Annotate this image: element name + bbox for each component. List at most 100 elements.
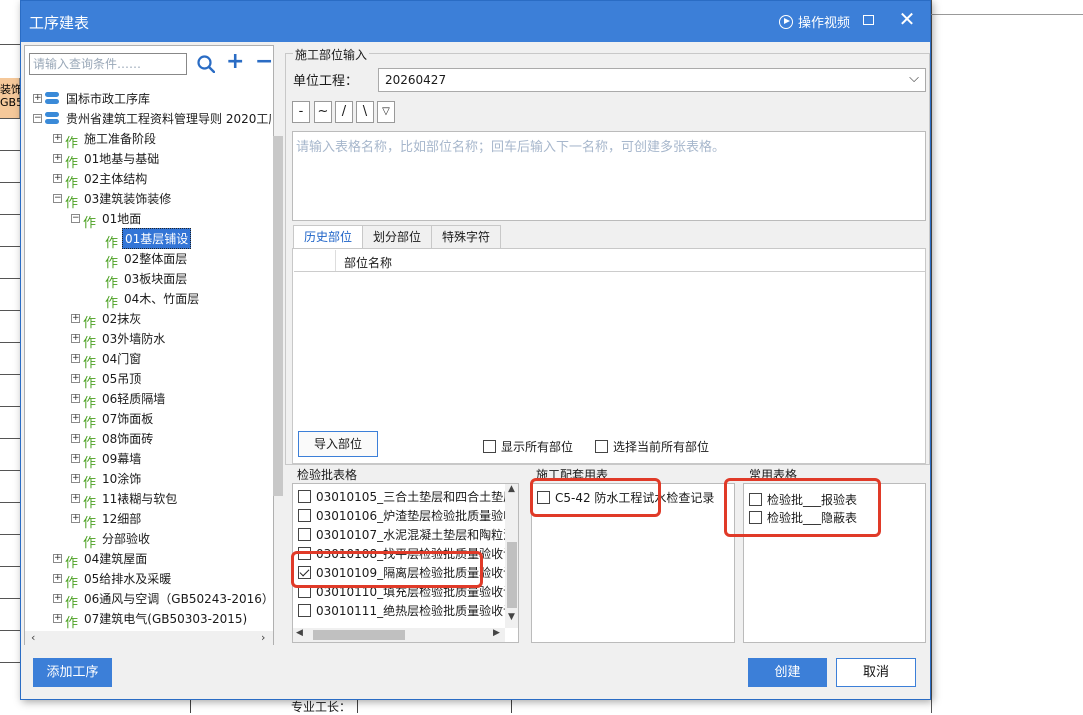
expand-toggle-icon[interactable]: + — [53, 133, 62, 143]
expand-toggle-icon[interactable]: + — [71, 313, 80, 323]
symbol-backslash-button[interactable]: \ — [356, 101, 374, 123]
checkbox-box[interactable] — [595, 440, 608, 453]
search-input[interactable] — [29, 53, 187, 75]
expand-toggle-icon[interactable]: + — [71, 493, 80, 503]
import-locations-button[interactable]: 导入部位 — [298, 431, 378, 457]
scroll-thumb[interactable] — [313, 630, 405, 640]
symbol-triangle-button[interactable]: ▽ — [377, 101, 395, 123]
expand-toggle-icon[interactable]: + — [71, 513, 80, 523]
expand-toggle-icon[interactable]: + — [53, 593, 62, 603]
expand-toggle-icon[interactable]: + — [33, 93, 42, 103]
annotation-highlight — [291, 551, 483, 588]
tree-node[interactable]: + 作 01地基与基础 — [53, 148, 161, 171]
scroll-thumb[interactable] — [507, 542, 517, 608]
tree-node[interactable]: + 作 02抹灰 — [71, 308, 143, 331]
expand-toggle-icon[interactable]: + — [53, 153, 62, 163]
add-process-button[interactable]: 添加工序 — [33, 658, 112, 687]
tree-node[interactable]: + 作 06轻质隔墙 — [71, 388, 167, 411]
expand-toggle-icon[interactable]: + — [71, 353, 80, 363]
collapse-toggle-icon[interactable]: − — [53, 193, 62, 203]
list-item[interactable]: 03010111_绝热层检验批质量验收记 — [298, 601, 515, 619]
tree-node[interactable]: − 贵州省建筑工程资料管理导则 2020工序 — [33, 108, 271, 128]
tree-node-label: 06轻质隔墙 — [102, 391, 166, 406]
foreman-cell[interactable] — [357, 700, 512, 713]
expand-toggle-icon[interactable]: + — [53, 173, 62, 183]
expand-toggle-icon[interactable]: + — [71, 433, 80, 443]
expand-toggle-icon[interactable]: + — [71, 453, 80, 463]
checkbox-box[interactable] — [298, 508, 311, 522]
expand-toggle-icon[interactable]: + — [71, 333, 80, 343]
tree-node[interactable]: + 作 06通风与空调（GB50243-2016） — [53, 588, 271, 611]
collapse-toggle-icon[interactable]: − — [71, 213, 80, 223]
dialog-titlebar[interactable]: 工序建表 操作视频 ✕ — [21, 1, 930, 42]
scroll-down-icon[interactable]: ▼ — [508, 612, 515, 622]
scroll-right-icon[interactable]: ▶ — [493, 628, 500, 638]
tree-node[interactable]: 作 02整体面层 — [93, 248, 189, 271]
tree-node[interactable]: 作 分部验收 — [71, 528, 152, 551]
unit-project-select[interactable]: 20260427 ⌵ — [378, 68, 926, 92]
checkbox-box[interactable] — [298, 603, 311, 617]
select-all-current-checkbox[interactable]: 选择当前所有部位 — [595, 438, 709, 455]
tree-node[interactable]: + 作 09幕墙 — [71, 448, 143, 471]
tree-node[interactable]: − 作 03建筑装饰装修 — [53, 188, 173, 211]
symbol-tilde-button[interactable]: ~ — [314, 101, 332, 123]
video-tutorial-button[interactable]: 操作视频 — [779, 12, 850, 31]
tree-node[interactable]: + 作 04建筑屋面 — [53, 548, 149, 571]
tree-node[interactable]: + 作 07饰面板 — [71, 408, 155, 431]
tree-node-selected[interactable]: 作 01基层铺设 — [93, 227, 192, 251]
list-item[interactable]: 03010107_水泥混凝土垫层和陶粒混 — [298, 525, 515, 543]
tab-history-locations[interactable]: 历史部位 — [293, 225, 364, 249]
tree-node[interactable]: + 作 05给排水及采暖 — [53, 568, 173, 591]
expand-all-plus-icon[interactable]: + — [226, 51, 244, 73]
tree-node[interactable]: + 作 11裱糊与软包 — [71, 488, 179, 511]
scroll-left-icon[interactable]: ‹ — [31, 631, 35, 644]
tree-node[interactable]: − 作 01地面 — [71, 208, 143, 231]
symbol-dash-button[interactable]: - — [292, 101, 310, 123]
tree-node[interactable]: + 作 03外墙防水 — [71, 328, 167, 351]
tree-node[interactable]: + 作 12细部 — [71, 508, 143, 531]
expand-toggle-icon[interactable]: + — [71, 473, 80, 483]
checkbox-box[interactable] — [298, 527, 311, 541]
tree-node[interactable]: + 作 10涂饰 — [71, 468, 143, 491]
table-name-textarea[interactable]: 请输入表格名称，比如部位名称；回车后输入下一名称，可创建多张表格。 — [292, 131, 926, 221]
create-button[interactable]: 创建 — [748, 658, 827, 687]
tree-node[interactable]: + 作 04门窗 — [71, 348, 143, 371]
collapse-all-minus-icon[interactable]: − — [255, 51, 273, 73]
tree-node[interactable]: + 作 05吊顶 — [71, 368, 143, 391]
dialog-title: 工序建表 — [29, 14, 90, 32]
show-all-locations-checkbox[interactable]: 显示所有部位 — [483, 438, 573, 455]
tree-node-label: 01地基与基础 — [84, 151, 160, 166]
expand-toggle-icon[interactable]: + — [53, 573, 62, 583]
expand-toggle-icon[interactable]: + — [71, 413, 80, 423]
checkbox-box[interactable] — [298, 489, 311, 503]
cancel-button[interactable]: 取消 — [836, 658, 916, 687]
collapse-toggle-icon[interactable]: − — [33, 113, 42, 123]
expand-toggle-icon[interactable]: + — [53, 613, 62, 623]
expand-toggle-icon[interactable]: + — [53, 553, 62, 563]
tab-special-characters[interactable]: 特殊字符 — [431, 225, 502, 249]
close-icon[interactable]: ✕ — [897, 9, 917, 29]
list-item[interactable]: 03010106_炉渣垫层检验批质量验收 — [298, 506, 515, 524]
symbol-slash-button[interactable]: / — [335, 101, 353, 123]
maximize-icon[interactable] — [863, 15, 874, 25]
search-icon[interactable] — [197, 55, 215, 73]
list-item[interactable]: 03010105_三合土垫层和四合土垫层 — [298, 487, 515, 505]
tree-node[interactable]: + 作 07建筑电气(GB50303-2015) — [53, 608, 249, 631]
scroll-up-icon[interactable]: ▲ — [508, 484, 515, 494]
tree-node[interactable]: 作 04木、竹面层 — [93, 288, 201, 311]
expand-toggle-icon[interactable]: + — [71, 373, 80, 383]
scroll-right-icon[interactable]: › — [261, 631, 265, 644]
expand-toggle-icon[interactable]: + — [71, 393, 80, 403]
tree-node[interactable]: + 作 08饰面砖 — [71, 428, 155, 451]
inspection-vertical-scrollbar[interactable]: ▲ ▼ — [505, 484, 518, 628]
inspection-horizontal-scrollbar[interactable]: ◀ ▶ — [293, 628, 505, 642]
tree-vertical-scrollbar[interactable] — [273, 136, 283, 496]
tree-node[interactable]: + 国标市政工序库 — [33, 88, 152, 108]
scroll-left-icon[interactable]: ◀ — [296, 628, 303, 638]
checkbox-box[interactable] — [483, 440, 496, 453]
tree-node[interactable]: 作 03板块面层 — [93, 268, 189, 291]
tab-divided-locations[interactable]: 划分部位 — [362, 225, 433, 249]
tree-node[interactable]: + 作 02主体结构 — [53, 168, 149, 191]
tree-node[interactable]: + 作 施工准备阶段 — [53, 128, 158, 151]
tree-horizontal-scrollbar[interactable]: ‹ › — [25, 631, 273, 645]
